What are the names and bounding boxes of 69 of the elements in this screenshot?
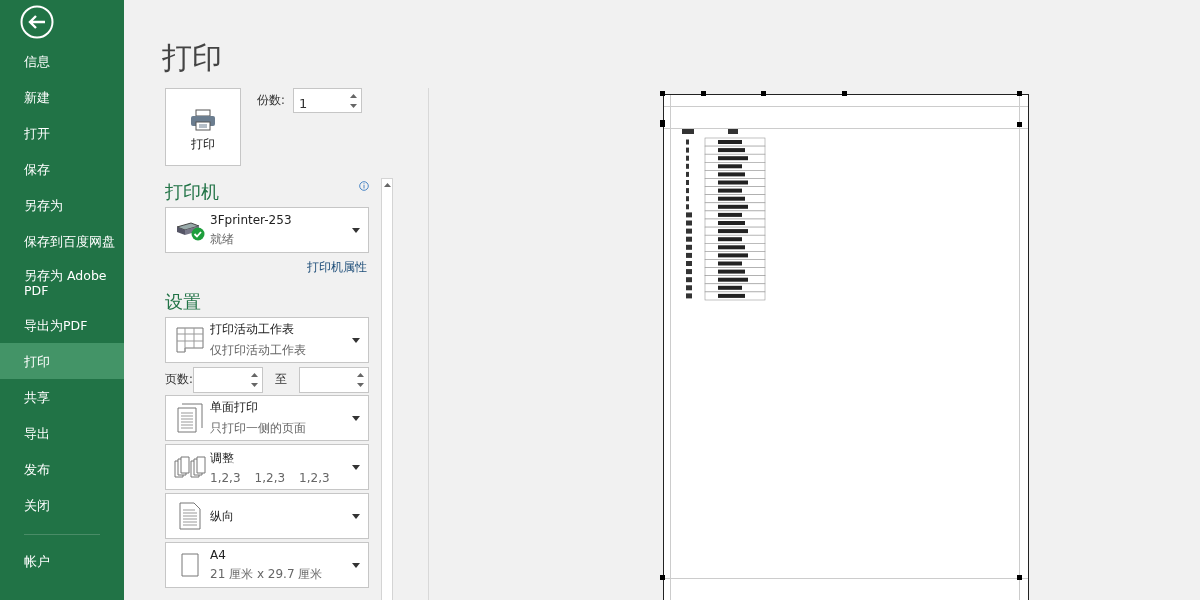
paper-dropdown[interactable]: A4 21 厘米 x 29.7 厘米 [165,542,369,588]
option-title: 单面打印 [210,399,259,416]
sidebar-item[interactable]: 保存到百度网盘 [0,223,124,259]
collate-order-text: 1,2,3 [254,470,286,485]
resize-handle[interactable] [842,91,847,96]
sidebar-item[interactable]: 帐户 [0,543,124,579]
resize-handle[interactable] [660,122,665,127]
resize-handle[interactable] [761,91,766,96]
sides-dropdown[interactable]: 单面打印 只打印一侧的页面 [165,395,369,441]
blank-page-icon [181,553,199,577]
sidebar-item[interactable]: 打开 [0,115,124,151]
option-title: A4 [210,547,227,562]
dropdown-caret-icon[interactable] [352,464,360,470]
option-subtitle: 21 厘米 x 29.7 厘米 [210,565,324,583]
sidebar-item[interactable]: 保存 [0,151,124,187]
page-title: 打印 [162,39,223,77]
scroll-up-arrow-icon[interactable] [383,183,391,187]
sidebar-item[interactable]: 信息 [0,43,124,79]
section-heading: 打印机 [165,181,219,203]
sidebar-item[interactable]: 共享 [0,379,124,415]
copies-label: 份数: [257,93,285,108]
sidebar-item[interactable]: 打印 [0,343,124,379]
copies-spinner[interactable]: 1 [292,88,362,113]
printer-name: 3Fprinter-253 [210,212,293,227]
print-button[interactable]: 打印 [165,88,241,166]
sidebar-item[interactable]: 导出为PDF [0,307,124,343]
option-title: 打印活动工作表 [210,321,295,338]
portrait-page-icon [179,502,201,530]
dropdown-caret-icon[interactable] [352,562,360,568]
table-grid-icon [176,327,204,353]
resize-handle[interactable] [1017,575,1022,580]
dropdown-caret-icon[interactable] [352,227,360,233]
orientation-dropdown[interactable]: 纵向 [165,493,369,539]
spin-arrows-icon[interactable] [357,371,364,388]
collate-dropdown[interactable]: 调整 1,2,3 1,2,3 1,2,3 [165,444,369,490]
dropdown-caret-icon[interactable] [352,513,360,519]
resize-handle[interactable] [660,575,665,580]
collate-order-text: 1,2,3 [210,470,241,485]
option-subtitle: 只打印一侧的页面 [210,420,307,437]
option-title: 纵向 [210,507,235,525]
spin-arrows-icon[interactable] [251,371,258,388]
resize-handle[interactable] [660,91,665,96]
resize-handle[interactable] [1017,122,1022,127]
dropdown-caret-icon[interactable] [352,337,360,343]
printer-icon [190,108,216,131]
sidebar-item[interactable]: 发布 [0,451,124,487]
stacked-pages-icon [174,456,206,478]
resize-handle[interactable] [1017,91,1022,96]
collate-order-text: 1,2,3 [299,470,330,485]
sidebar-item[interactable]: 关闭 [0,487,124,523]
sheet-dropdown[interactable]: 打印活动工作表 仅打印活动工作表 [165,317,369,363]
section-heading: 设置 [165,291,202,313]
option-subtitle: 仅打印活动工作表 [210,342,307,359]
document-page-icon [177,403,203,433]
sidebar-item[interactable]: 导出 [0,415,124,451]
option-title: 调整 [210,449,235,467]
sidebar-item[interactable]: 另存为 [0,187,124,223]
pages-label: 页数: [165,372,193,387]
scrollbar[interactable] [381,178,393,600]
printer-status: 就绪 [210,230,235,248]
printer-dropdown[interactable]: 3Fprinter-253 就绪 [165,207,369,253]
sidebar-item[interactable]: 另存为 Adobe PDF [0,259,124,307]
info-icon[interactable] [359,181,369,191]
sidebar-item[interactable]: 新建 [0,79,124,115]
spin-arrows-icon[interactable] [349,92,357,109]
dropdown-caret-icon[interactable] [352,415,360,421]
resize-handle[interactable] [701,91,706,96]
to-label: 至 [275,372,287,387]
printer-properties-link[interactable]: 打印机属性 [307,260,367,275]
